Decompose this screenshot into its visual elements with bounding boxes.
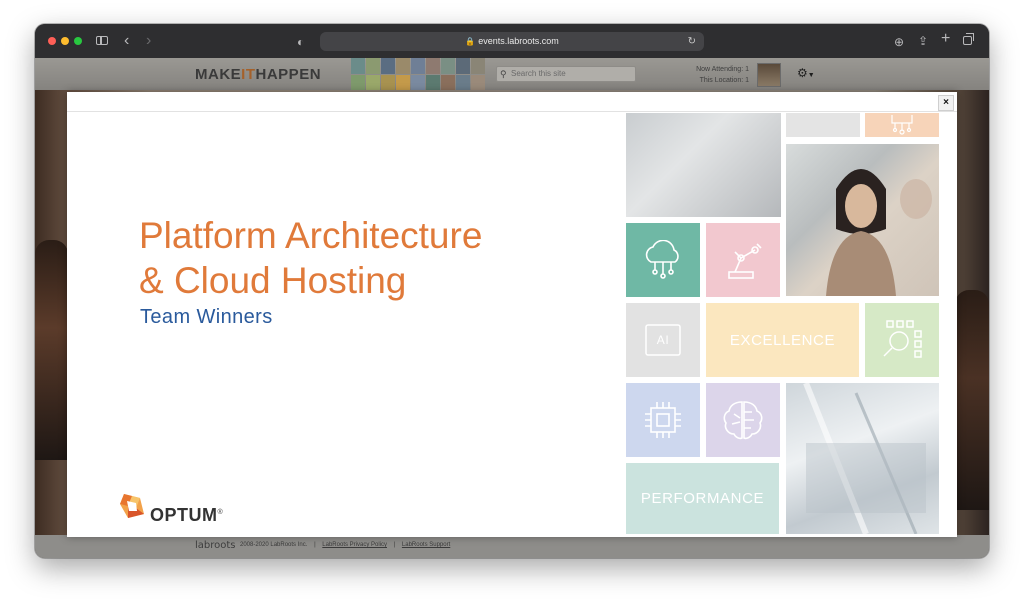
tile-performance: PERFORMANCE [626,463,779,534]
url-text: events.labroots.com [478,36,559,46]
circuit-icon [891,115,913,135]
modal-topbar: × [67,92,957,112]
address-bar[interactable]: 🔒 events.labroots.com ↻ [320,32,704,51]
sidebar-icon[interactable] [96,36,108,45]
photo-tile-hands-tablet [626,113,781,217]
close-window-button[interactable] [48,37,56,45]
tile-cloud-computing [626,223,700,297]
download-icon[interactable]: ⊕ [894,33,904,51]
share-icon[interactable]: ⇪ [918,32,928,50]
tile-ai: AI [626,303,700,377]
tile-top-orange [865,113,939,137]
caret-down-icon: ▼ [807,72,815,79]
gear-icon: ⚙ [797,66,808,80]
search-icon: ⚲ [500,69,507,79]
tile-brain [706,383,780,457]
site-brand[interactable]: MAKEITHAPPEN [195,66,321,83]
footer-brand: labroots [195,540,236,551]
tile-excellence: EXCELLENCE [706,303,859,377]
optum-logo-icon [120,494,144,518]
new-tab-icon[interactable]: + [941,30,950,48]
privacy-policy-link[interactable]: LabRoots Privacy Policy [322,542,387,548]
minimize-window-button[interactable] [61,37,69,45]
presentation-slide: Platform Architecture & Cloud Hosting Te… [70,113,953,534]
brain-icon [723,401,763,440]
browser-window: ‹ › ◐ 🔒 events.labroots.com ↻ ⊕ ⇪ + MAKEI… [35,24,989,558]
robot-arm-icon [728,243,762,279]
photo-tile-people [786,144,939,296]
support-link[interactable]: LabRoots Support [402,542,450,548]
tile-top-grey [786,113,860,137]
web-page: MAKEITHAPPEN ⚲ Search this site Now Atte… [35,58,989,558]
tabs-icon[interactable] [963,33,974,45]
slide-title: Platform Architecture & Cloud Hosting [139,215,483,301]
photo-tile-tech [786,383,939,534]
site-footer: labroots 2008-2020 LabRoots Inc. | LabRo… [35,535,989,558]
user-avatar[interactable] [757,63,781,87]
qr-magnifier-icon [883,320,922,358]
optum-logo-text: OPTUM® [150,505,224,525]
attendance-info: Now Attending: 1 This Location: 1 [696,66,749,84]
tile-qr-scan [865,303,939,377]
copyright-text: 2008-2020 LabRoots Inc. [240,542,308,548]
site-search-input[interactable]: ⚲ Search this site [496,66,636,82]
slide-modal: × Platform Architecture & Cloud Hosting … [67,92,957,537]
lock-icon: 🔒 [465,37,476,46]
browser-toolbar: ‹ › ◐ 🔒 events.labroots.com ↻ ⊕ ⇪ + [35,24,989,59]
shield-icon[interactable]: ◐ [297,33,304,51]
forward-icon[interactable]: › [146,32,151,50]
reload-icon[interactable]: ↻ [688,32,696,51]
slide-subtitle: Team Winners [140,306,273,328]
site-header: MAKEITHAPPEN ⚲ Search this site Now Atte… [35,58,989,90]
zoom-window-button[interactable] [74,37,82,45]
cloud-network-icon [645,240,679,279]
tile-robot-arm [706,223,780,297]
header-mosaic [351,58,485,90]
settings-menu-button[interactable]: ⚙▼ [797,67,815,82]
tile-processor [626,383,700,457]
back-icon[interactable]: ‹ [124,32,129,50]
processor-icon [645,402,681,438]
modal-close-button[interactable]: × [938,95,954,111]
